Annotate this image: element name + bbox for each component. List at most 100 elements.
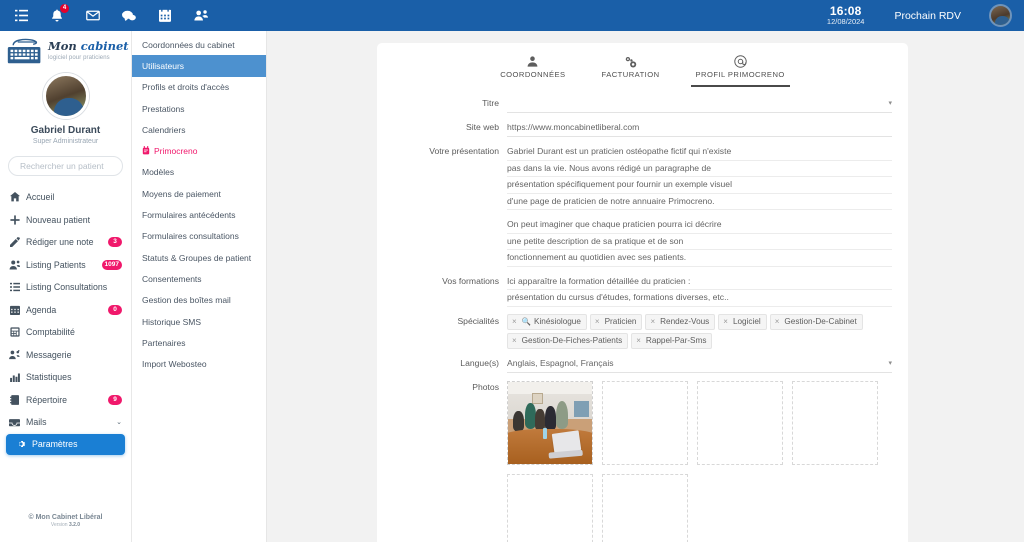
tab-coordonnees[interactable]: COORDONNÉES (495, 54, 570, 87)
profile-role: Super Administrateur (32, 138, 99, 145)
formations-line: Ici apparaître la formation détaillée du… (507, 274, 892, 290)
sidebar-badge: 9 (108, 394, 122, 405)
subnav-item-modeles[interactable]: Modèles (132, 162, 266, 183)
tab-profil-primocreno[interactable]: PROFIL PRIMOCRENO (690, 54, 790, 87)
mail-icon[interactable] (80, 3, 106, 29)
sidebar-item-parametres[interactable]: Paramètres (6, 433, 125, 455)
presentation-textarea-2[interactable]: On peut imaginer que chaque praticien po… (507, 217, 892, 267)
patient-search[interactable] (8, 156, 123, 176)
photo-slot-empty[interactable] (697, 380, 783, 465)
subnav-item-calendriers[interactable]: Calendriers (132, 119, 266, 140)
list-icon[interactable] (8, 3, 34, 29)
sidebar-item-listing-consultations[interactable]: Listing Consultations (0, 276, 131, 299)
subnav-item-statuts-groupes[interactable]: Statuts & Groupes de patient (132, 247, 266, 268)
photo-slot-empty[interactable] (507, 473, 593, 542)
sidebar-item-messagerie[interactable]: Messagerie (0, 344, 131, 367)
sidebar-item-nouveau-patient[interactable]: Nouveau patient (0, 209, 131, 232)
subnav-item-gestion-boites-mail[interactable]: Gestion des boîtes mail (132, 290, 266, 311)
photo-slot-empty[interactable] (602, 380, 688, 465)
presentation-line: On peut imaginer que chaque praticien po… (507, 217, 892, 234)
subnav-item-historique-sms[interactable]: Historique SMS (132, 311, 266, 332)
chevron-down-icon[interactable]: ▾ (888, 356, 892, 371)
sidebar-item-accueil[interactable]: Accueil (0, 186, 131, 209)
sidebar-label: Comptabilité (26, 327, 75, 338)
sidebar-item-comptabilite[interactable]: Comptabilité (0, 321, 131, 344)
sidebar-item-agenda[interactable]: Agenda 0 (0, 299, 131, 322)
subnav-item-utilisateurs[interactable]: Utilisateurs (132, 55, 266, 77)
chip-remove-icon[interactable]: × (648, 316, 657, 328)
chip[interactable]: × Praticien (589, 313, 643, 330)
tab-label: FACTURATION (601, 70, 660, 79)
brand-logo[interactable]: Mon cabinet libéral logiciel pour pratic… (0, 31, 175, 69)
chip-remove-icon[interactable]: × (634, 335, 643, 347)
clock-date: 12/08/2024 (826, 16, 865, 26)
tab-facturation[interactable]: FACTURATION (597, 54, 665, 87)
chip[interactable]: × 🔍 Kinésiologue (507, 313, 587, 330)
search-input[interactable] (18, 160, 113, 172)
profile-avatar[interactable] (42, 73, 89, 119)
subnav-item-moyens-paiement[interactable]: Moyens de paiement (132, 183, 266, 204)
langues-select[interactable]: Anglais, Espagnol, Français ▾ (507, 356, 892, 373)
chevron-down-icon[interactable]: ⌄ (116, 418, 122, 426)
sidebar-nav: Accueil Nouveau patient Rédiger une note… (0, 186, 131, 506)
subnav-item-coordonnees-cabinet[interactable]: Coordonnées du cabinet (132, 34, 266, 55)
subnav-label: Calendriers (142, 124, 186, 135)
formations-textarea[interactable]: Ici apparaître la formation détaillée du… (507, 274, 892, 307)
bell-icon[interactable]: 4 (44, 3, 70, 29)
profile-block: Gabriel Durant Super Administrateur (0, 69, 131, 147)
presentation-line: fonctionnement au quotidien avec ses pat… (507, 250, 892, 267)
chip-remove-icon[interactable]: × (721, 316, 730, 328)
subnav-item-consentements[interactable]: Consentements (132, 268, 266, 289)
subnav-item-primocreno[interactable]: Primocreno (132, 140, 266, 161)
calendar-icon (9, 305, 20, 315)
gears-icon (602, 54, 660, 69)
sidebar-item-rediger-note[interactable]: Rédiger une note 3 (0, 231, 131, 254)
keyboard-logo-icon (6, 37, 44, 67)
subnav-item-profils-droits[interactable]: Profils et droits d'accès (132, 77, 266, 98)
site-web-input[interactable]: https://www.moncabinetliberal.com (507, 120, 892, 137)
chip-remove-icon[interactable]: × (510, 316, 519, 328)
subnav-label: Utilisateurs (142, 60, 185, 71)
chip[interactable]: × Gestion-De-Fiches-Patients (507, 332, 629, 349)
sidebar-item-listing-patients[interactable]: Listing Patients 1097 (0, 254, 131, 277)
calendar-icon[interactable] (152, 3, 178, 29)
sidebar-item-repertoire[interactable]: Répertoire 9 (0, 389, 131, 412)
chevron-down-icon[interactable]: ▾ (888, 96, 892, 111)
photo-slot-empty[interactable] (602, 473, 688, 542)
photo-slot-empty[interactable] (792, 380, 878, 465)
field-presentation-cont: On peut imaginer que chaque praticien po… (387, 217, 892, 267)
tab-label: PROFIL PRIMOCRENO (695, 70, 785, 79)
chip[interactable]: × Rappel-Par-Sms (631, 332, 713, 349)
chip-remove-icon[interactable]: × (510, 335, 519, 347)
subnav-item-formulaires-antecedents[interactable]: Formulaires antécédents (132, 204, 266, 225)
subnav-item-prestations[interactable]: Prestations (132, 98, 266, 119)
presentation-line: d'une page de praticien de notre annuair… (507, 194, 892, 210)
presentation-textarea[interactable]: Gabriel Durant est un praticien ostéopat… (507, 144, 892, 210)
chip-label: Praticien (604, 316, 637, 326)
clock-time: 16:08 (829, 4, 862, 19)
sidebar-item-statistiques[interactable]: Statistiques (0, 366, 131, 389)
sidebar-label: Nouveau patient (26, 214, 91, 225)
subnav-item-import-webosteo[interactable]: Import Webosteo (132, 353, 266, 374)
next-appointment-button[interactable]: Prochain RDV (894, 10, 989, 22)
titre-select[interactable]: ▾ (507, 96, 892, 113)
chip[interactable]: × Rendez-Vous (645, 313, 716, 330)
subnav-label: Historique SMS (142, 316, 202, 327)
primocreno-form: Titre ▾ Site web https://www.moncabinetl… (377, 87, 908, 542)
chip-remove-icon[interactable]: × (773, 316, 782, 328)
sidebar-badge: 1097 (101, 259, 122, 270)
chip[interactable]: × Logiciel (718, 313, 767, 330)
chip-label: Logiciel (732, 316, 761, 326)
chip[interactable]: × Gestion-De-Cabinet (769, 313, 863, 330)
photo-slot-filled[interactable] (507, 380, 593, 465)
subnav-item-partenaires[interactable]: Partenaires (132, 332, 266, 353)
user-avatar[interactable] (989, 4, 1012, 27)
person-icon (500, 54, 565, 69)
chat-icon[interactable] (116, 3, 142, 29)
users-icon[interactable] (188, 3, 214, 29)
sidebar-item-mails[interactable]: Mails ⌄ (0, 411, 131, 434)
sidebar-label: Listing Consultations (26, 282, 108, 293)
chip-remove-icon[interactable]: × (593, 316, 602, 328)
subnav-item-formulaires-consultations[interactable]: Formulaires consultations (132, 226, 266, 247)
chip-label: Rendez-Vous (660, 316, 710, 326)
